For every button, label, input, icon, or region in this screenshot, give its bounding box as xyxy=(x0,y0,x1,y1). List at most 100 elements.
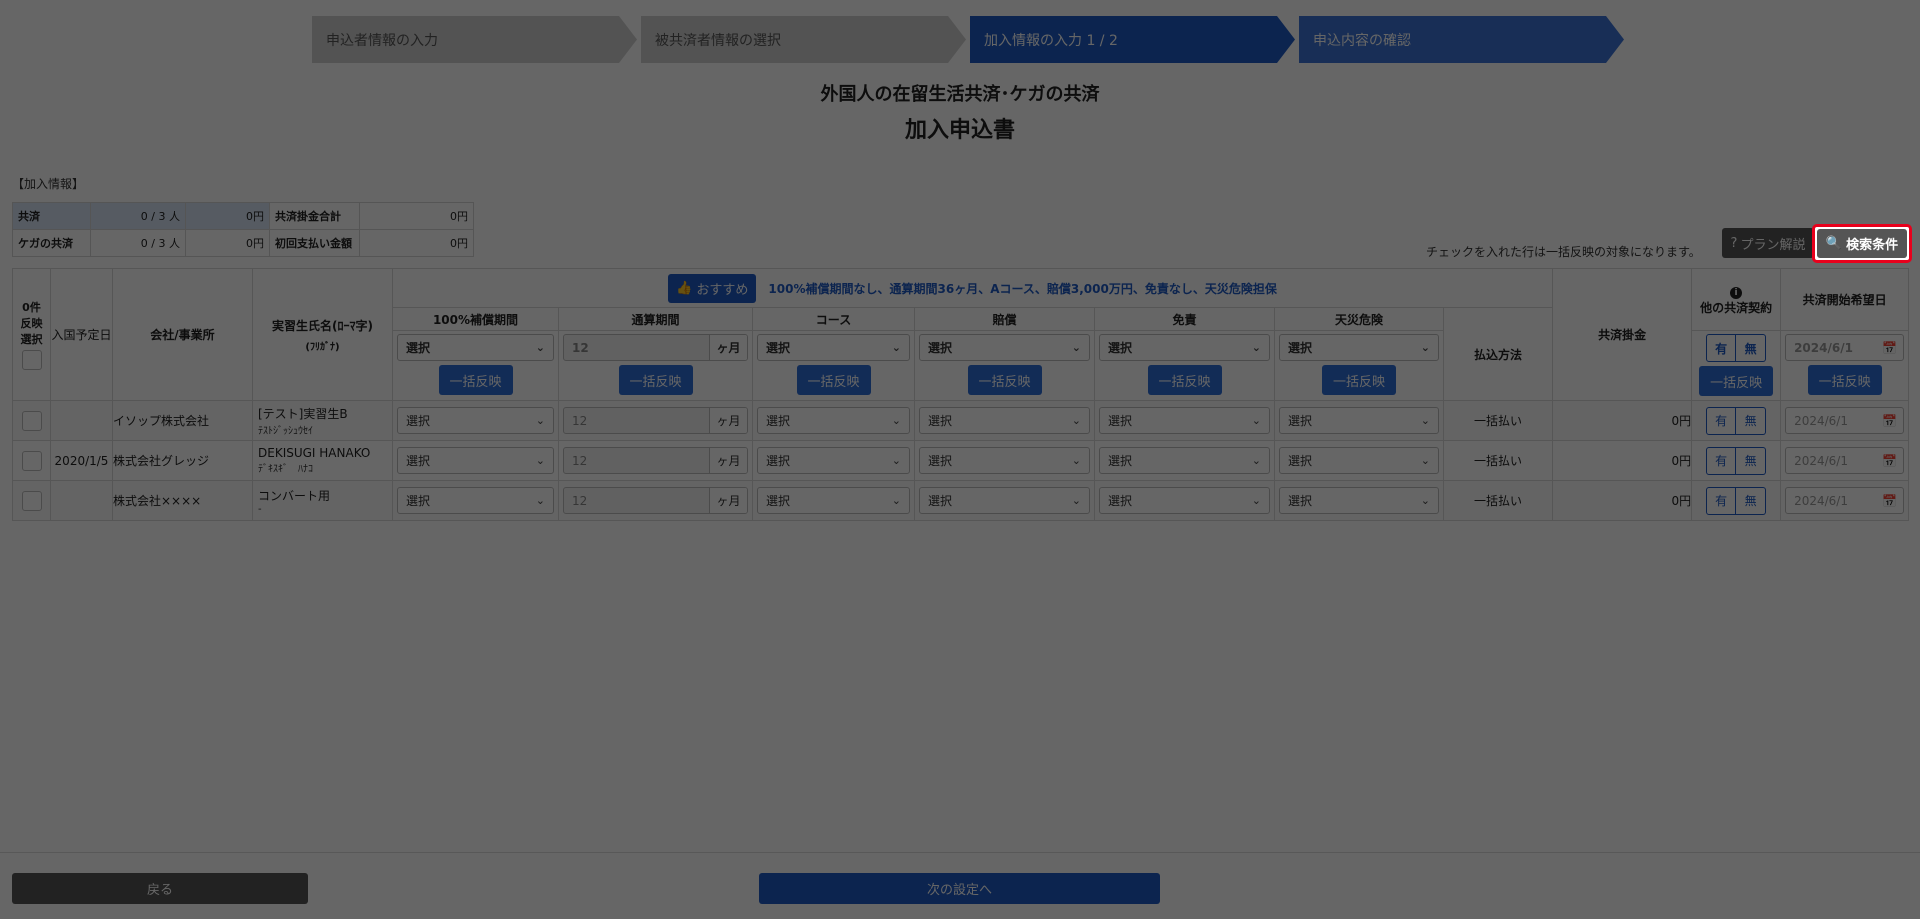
step-confirm: 申込内容の確認 xyxy=(1299,16,1624,63)
coverage-select[interactable]: 選択 ⌄ xyxy=(397,334,554,361)
payment-cell: 一括払い xyxy=(1442,480,1554,521)
trainee-kana: ﾃﾞｷｽｷﾞ ﾊﾅｺ xyxy=(258,464,313,475)
trainee-name: [テスト]実習生B xyxy=(258,406,348,421)
recommend-button-label: おすすめ xyxy=(696,282,749,298)
trainee-name: DEKISUGI HANAKO xyxy=(258,446,371,460)
chevron-down-icon: ⌄ xyxy=(1251,414,1261,427)
disaster-select[interactable]: 選択 ⌄ xyxy=(1279,407,1439,434)
entry-date-cell: 2020/1/5 xyxy=(50,440,113,481)
disaster-select[interactable]: 選択 ⌄ xyxy=(1279,334,1439,361)
course-select[interactable]: 選択 ⌄ xyxy=(757,334,910,361)
bulk-apply-button[interactable]: 一括反映 xyxy=(796,365,871,395)
company-cell: 株式会社×××× xyxy=(112,480,253,521)
deductible-select[interactable]: 選択 ⌄ xyxy=(1099,447,1270,474)
course-header: コース xyxy=(752,307,915,331)
bulk-apply-button[interactable]: 一括反映 xyxy=(1147,365,1222,395)
period-input[interactable]: 12 ヶ月 xyxy=(563,487,748,514)
step-enrollment-current: 加入情報の入力 1 / 2 xyxy=(970,16,1295,63)
bulk-apply-button[interactable]: 一括反映 xyxy=(1699,366,1774,396)
other-contract-toggle[interactable]: 有無 xyxy=(1692,334,1780,362)
disaster-header: 天災危険 xyxy=(1274,307,1444,331)
row-checkbox[interactable] xyxy=(21,410,42,431)
chevron-down-icon: ⌄ xyxy=(1420,341,1430,354)
disaster-select[interactable]: 選択 ⌄ xyxy=(1279,447,1439,474)
liability-select[interactable]: 選択 ⌄ xyxy=(919,334,1090,361)
chevron-down-icon: ⌄ xyxy=(1071,494,1081,507)
deductible-select[interactable]: 選択 ⌄ xyxy=(1099,487,1270,514)
entry-date-header: 入国予定日 xyxy=(50,268,113,401)
deductible-select[interactable]: 選択 ⌄ xyxy=(1099,407,1270,434)
next-button[interactable]: 次の設定へ xyxy=(759,873,1160,904)
deductible-select[interactable]: 選択 ⌄ xyxy=(1099,334,1270,361)
period-header: 通算期間 xyxy=(558,307,753,331)
start-date-input[interactable]: 2024/6/1 📅 xyxy=(1785,334,1905,361)
entry-date-cell xyxy=(50,480,113,521)
chevron-down-icon: ⌄ xyxy=(891,454,901,467)
chevron-down-icon: ⌄ xyxy=(891,414,901,427)
coverage-select[interactable]: 選択 ⌄ xyxy=(397,487,554,514)
row-checkbox[interactable] xyxy=(21,450,42,471)
summary-amount: 0円 xyxy=(185,202,270,230)
chevron-down-icon: ⌄ xyxy=(891,341,901,354)
page-title: 外国人の在留生活共済･ケガの共済 xyxy=(820,84,1100,105)
course-select[interactable]: 選択 ⌄ xyxy=(757,487,910,514)
coverage-select[interactable]: 選択 ⌄ xyxy=(397,407,554,434)
bulk-apply-button[interactable]: 一括反映 xyxy=(618,365,693,395)
chevron-down-icon: ⌄ xyxy=(1420,494,1430,507)
premium-cell: 0円 xyxy=(1552,440,1693,481)
liability-select[interactable]: 選択 ⌄ xyxy=(919,447,1090,474)
start-date-input[interactable]: 2024/6/1 📅 xyxy=(1785,407,1905,434)
bulk-apply-button[interactable]: 一括反映 xyxy=(438,365,513,395)
chevron-down-icon: ⌄ xyxy=(535,341,545,354)
search-button-label: 検索条件 xyxy=(1846,238,1899,253)
payment-cell: 一括払い xyxy=(1442,440,1554,481)
summary-count: 0 / 3 人 xyxy=(90,229,186,257)
period-input[interactable]: 12 ヶ月 xyxy=(563,407,748,434)
name-cell: DEKISUGI HANAKO ﾃﾞｷｽｷﾞ ﾊﾅｺ xyxy=(252,440,393,481)
plan-button-label: プラン解説 xyxy=(1740,237,1806,253)
bulk-apply-button[interactable]: 一括反映 xyxy=(1322,365,1396,395)
other-contract-header: i 他の共済契約 xyxy=(1691,268,1782,331)
premium-cell: 0円 xyxy=(1552,480,1693,521)
chevron-down-icon: ⌄ xyxy=(1251,454,1261,467)
bulk-apply-button[interactable]: 一括反映 xyxy=(1807,365,1882,395)
chevron-down-icon: ⌄ xyxy=(535,494,545,507)
select-all-checkbox[interactable] xyxy=(21,350,42,370)
other-contract-toggle[interactable]: 有無 xyxy=(1692,486,1780,515)
row-checkbox[interactable] xyxy=(21,490,42,511)
period-input[interactable]: 12 ヶ月 xyxy=(563,334,748,361)
calendar-icon: 📅 xyxy=(1882,340,1898,355)
course-select[interactable]: 選択 ⌄ xyxy=(757,447,910,474)
back-button[interactable]: 戻る xyxy=(12,873,308,904)
coverage-select[interactable]: 選択 ⌄ xyxy=(397,447,554,474)
question-icon: ? xyxy=(1730,235,1738,251)
other-contract-label: 他の共済契約 xyxy=(1700,300,1773,315)
selected-count: 0件 xyxy=(22,301,41,314)
start-date-input[interactable]: 2024/6/1 📅 xyxy=(1785,447,1905,474)
step-insured: 被共済者情報の選択 xyxy=(641,16,966,63)
liability-select[interactable]: 選択 ⌄ xyxy=(919,487,1090,514)
name-header: 実習生氏名(ﾛｰﾏ字) (ﾌﾘｶﾞﾅ) xyxy=(252,268,393,401)
course-select[interactable]: 選択 ⌄ xyxy=(757,407,910,434)
table-row: イソップ株式会社 [テスト]実習生B ﾃｽﾄｼﾞｯｼｭｳｾｲ 選択 ⌄ 12 ヶ月 … xyxy=(12,400,1910,441)
start-date-input[interactable]: 2024/6/1 📅 xyxy=(1785,487,1905,514)
recommend-button[interactable]: 👍 おすすめ xyxy=(668,273,757,303)
chevron-down-icon: ⌄ xyxy=(1071,341,1081,354)
disaster-select[interactable]: 選択 ⌄ xyxy=(1279,487,1439,514)
chevron-down-icon: ⌄ xyxy=(891,494,901,507)
calendar-icon: 📅 xyxy=(1882,493,1898,508)
plan-explanation-button[interactable]: ? プラン解説 xyxy=(1722,228,1814,258)
other-contract-toggle[interactable]: 有無 xyxy=(1692,406,1780,435)
bulk-apply-button[interactable]: 一括反映 xyxy=(967,365,1042,395)
summary-label: 初回支払い金額 xyxy=(269,229,360,257)
bulk-cell: 選択 ⌄ 一括反映 xyxy=(914,330,1095,401)
thumbs-up-icon: 👍 xyxy=(676,280,693,296)
liability-select[interactable]: 選択 ⌄ xyxy=(919,407,1090,434)
step-applicant: 申込者情報の入力 xyxy=(312,16,637,63)
search-conditions-button[interactable]: 🔍 検索条件 xyxy=(1812,224,1912,263)
info-icon[interactable]: i xyxy=(1730,286,1743,299)
name-cell: コンバート用 - xyxy=(252,480,393,521)
period-input[interactable]: 12 ヶ月 xyxy=(563,447,748,474)
bulk-cell: 選択 ⌄ 一括反映 xyxy=(1094,330,1275,401)
other-contract-toggle[interactable]: 有無 xyxy=(1692,446,1780,475)
